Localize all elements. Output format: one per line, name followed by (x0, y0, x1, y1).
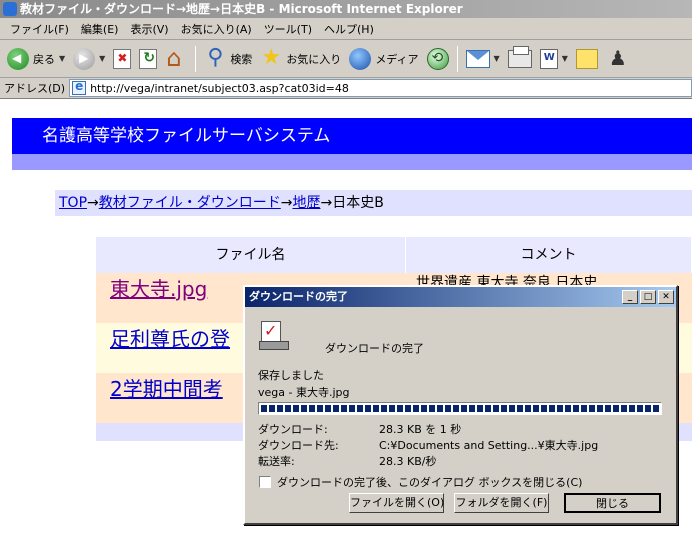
back-label: 戻る (33, 52, 55, 66)
menu-tools[interactable]: ツール(T) (258, 21, 318, 37)
address-input[interactable]: http://vega/intranet/subject03.asp?cat03… (69, 79, 692, 97)
table-header-row: ファイル名 コメント (96, 237, 692, 273)
close-icon[interactable]: ✕ (658, 290, 674, 304)
file-link[interactable]: 足利尊氏の登 (110, 327, 230, 351)
history-button[interactable] (424, 44, 452, 74)
refresh-icon (139, 48, 158, 69)
minimize-button[interactable]: _ (622, 290, 638, 304)
window-title: 教材ファイル・ダウンロード→地歴→日本史B - Microsoft Intern… (20, 2, 463, 16)
note-button[interactable] (573, 44, 601, 74)
close-button[interactable]: 閉じる (564, 493, 661, 513)
sticky-note-icon (575, 48, 598, 69)
home-icon (165, 44, 187, 72)
transfer-rate-value: 28.3 KB/秒 (379, 455, 437, 468)
stop-icon (113, 48, 132, 69)
open-file-button[interactable]: ファイルを開く(O) (349, 493, 444, 513)
file-link[interactable]: 東大寺.jpg (110, 277, 207, 301)
menu-edit[interactable]: 編集(E) (75, 21, 125, 37)
address-bar: アドレス(D) http://vega/intranet/subject03.a… (0, 78, 692, 99)
mail-button[interactable]: ▼ (463, 44, 503, 74)
transfer-rate-label: 転送率: (258, 455, 295, 468)
download-progress-bar (258, 402, 662, 415)
open-folder-button[interactable]: フォルダを開く(F) (454, 493, 549, 513)
favorites-star-icon (260, 45, 282, 70)
back-arrow-icon (7, 47, 29, 70)
menu-bar: ファイル(F) 編集(E) 表示(V) お気に入り(A) ツール(T) ヘルプ(… (0, 18, 692, 40)
breadcrumb-top-link[interactable]: TOP (59, 195, 87, 211)
back-dropdown-icon[interactable]: ▼ (59, 54, 65, 63)
breadcrumb: TOP→教材ファイル・ダウンロード→地歴→日本史B (55, 190, 692, 216)
transfer-rate-row: 転送率: 28.3 KB/秒 (258, 453, 436, 469)
dialog-title-bar[interactable]: ダウンロードの完了 _ □ ✕ (245, 287, 676, 307)
messenger-button[interactable] (603, 44, 631, 74)
destination-value: C:¥Documents and Setting...¥東大寺.jpg (379, 439, 599, 452)
edit-dropdown-icon[interactable]: ▼ (562, 54, 568, 63)
media-button[interactable]: メディア (346, 44, 421, 74)
breadcrumb-download-link[interactable]: 教材ファイル・ダウンロード (99, 195, 281, 211)
menu-favorites[interactable]: お気に入り(A) (175, 21, 258, 37)
messenger-icon (606, 46, 628, 70)
download-label: ダウンロード: (258, 423, 328, 436)
address-label: アドレス(D) (4, 82, 66, 95)
search-button[interactable]: 検索 (201, 44, 255, 74)
toolbar-separator (195, 45, 197, 72)
download-complete-dialog: ダウンロードの完了 _ □ ✕ ✓ ダウンロードの完了 保存しました vega … (243, 285, 678, 525)
printer-icon (507, 45, 532, 68)
history-icon (426, 47, 449, 70)
toolbar-separator (456, 45, 458, 72)
forward-arrow-icon (73, 47, 96, 70)
site-title: 名護高等学校ファイルサーバシステム (12, 118, 692, 154)
print-button[interactable] (505, 44, 535, 74)
progress-fill (261, 405, 659, 412)
favorites-button[interactable]: お気に入り (257, 44, 344, 74)
breadcrumb-arrow: → (280, 195, 293, 211)
close-on-complete-checkbox-row[interactable]: ダウンロードの完了後、このダイアログ ボックスを閉じる(C) (259, 474, 582, 490)
site-header-strip (12, 154, 692, 170)
media-label: メディア (375, 52, 419, 66)
home-button[interactable] (162, 44, 190, 74)
favorites-label: お気に入り (286, 52, 342, 66)
maximize-button[interactable]: □ (640, 290, 656, 304)
page-icon (72, 80, 87, 95)
close-on-complete-label[interactable]: ダウンロードの完了後、このダイアログ ボックスを閉じる(C) (277, 474, 582, 490)
media-icon (349, 47, 372, 70)
download-value: 28.3 KB を 1 秒 (379, 423, 462, 436)
search-label: 検索 (230, 52, 253, 66)
menu-view[interactable]: 表示(V) (124, 21, 174, 37)
destination-row: ダウンロード先: C:¥Documents and Setting...¥東大寺… (258, 437, 598, 453)
stop-button[interactable] (110, 44, 134, 74)
mail-dropdown-icon[interactable]: ▼ (494, 54, 500, 63)
word-edit-icon (539, 48, 558, 69)
back-button[interactable]: 戻る ▼ (4, 44, 68, 74)
window-title-bar: 教材ファイル・ダウンロード→地歴→日本史B - Microsoft Intern… (0, 0, 692, 18)
header-filename: ファイル名 (96, 237, 406, 273)
forward-button[interactable]: ▼ (70, 44, 108, 74)
dialog-heading: ダウンロードの完了 (325, 342, 424, 355)
edit-button[interactable]: ▼ (537, 44, 571, 74)
download-row: ダウンロード: 28.3 KB を 1 秒 (258, 421, 461, 437)
download-complete-icon: ✓ (259, 321, 289, 351)
file-link[interactable]: 2学期中間考 (110, 377, 223, 401)
toolbar: 戻る ▼ ▼ 検索 お気に入り メディア ▼ ▼ (0, 40, 692, 78)
saved-text: 保存しました (258, 369, 324, 382)
refresh-button[interactable] (136, 44, 160, 74)
menu-file[interactable]: ファイル(F) (4, 21, 75, 37)
search-icon (204, 45, 226, 70)
dialog-title: ダウンロードの完了 (249, 290, 348, 303)
menu-help[interactable]: ヘルプ(H) (318, 21, 380, 37)
mail-icon (465, 49, 490, 68)
breadcrumb-arrow: → (320, 195, 333, 211)
destination-label: ダウンロード先: (258, 439, 339, 452)
breadcrumb-chireki-link[interactable]: 地歴 (292, 195, 320, 211)
saved-filename: vega - 東大寺.jpg (258, 386, 350, 399)
breadcrumb-arrow: → (87, 195, 99, 211)
address-url[interactable]: http://vega/intranet/subject03.asp?cat03… (90, 82, 349, 95)
header-comment: コメント (406, 237, 692, 273)
ie-icon (3, 2, 17, 16)
close-on-complete-checkbox[interactable] (259, 476, 271, 488)
breadcrumb-current: 日本史B (332, 195, 384, 211)
forward-dropdown-icon[interactable]: ▼ (99, 54, 105, 63)
